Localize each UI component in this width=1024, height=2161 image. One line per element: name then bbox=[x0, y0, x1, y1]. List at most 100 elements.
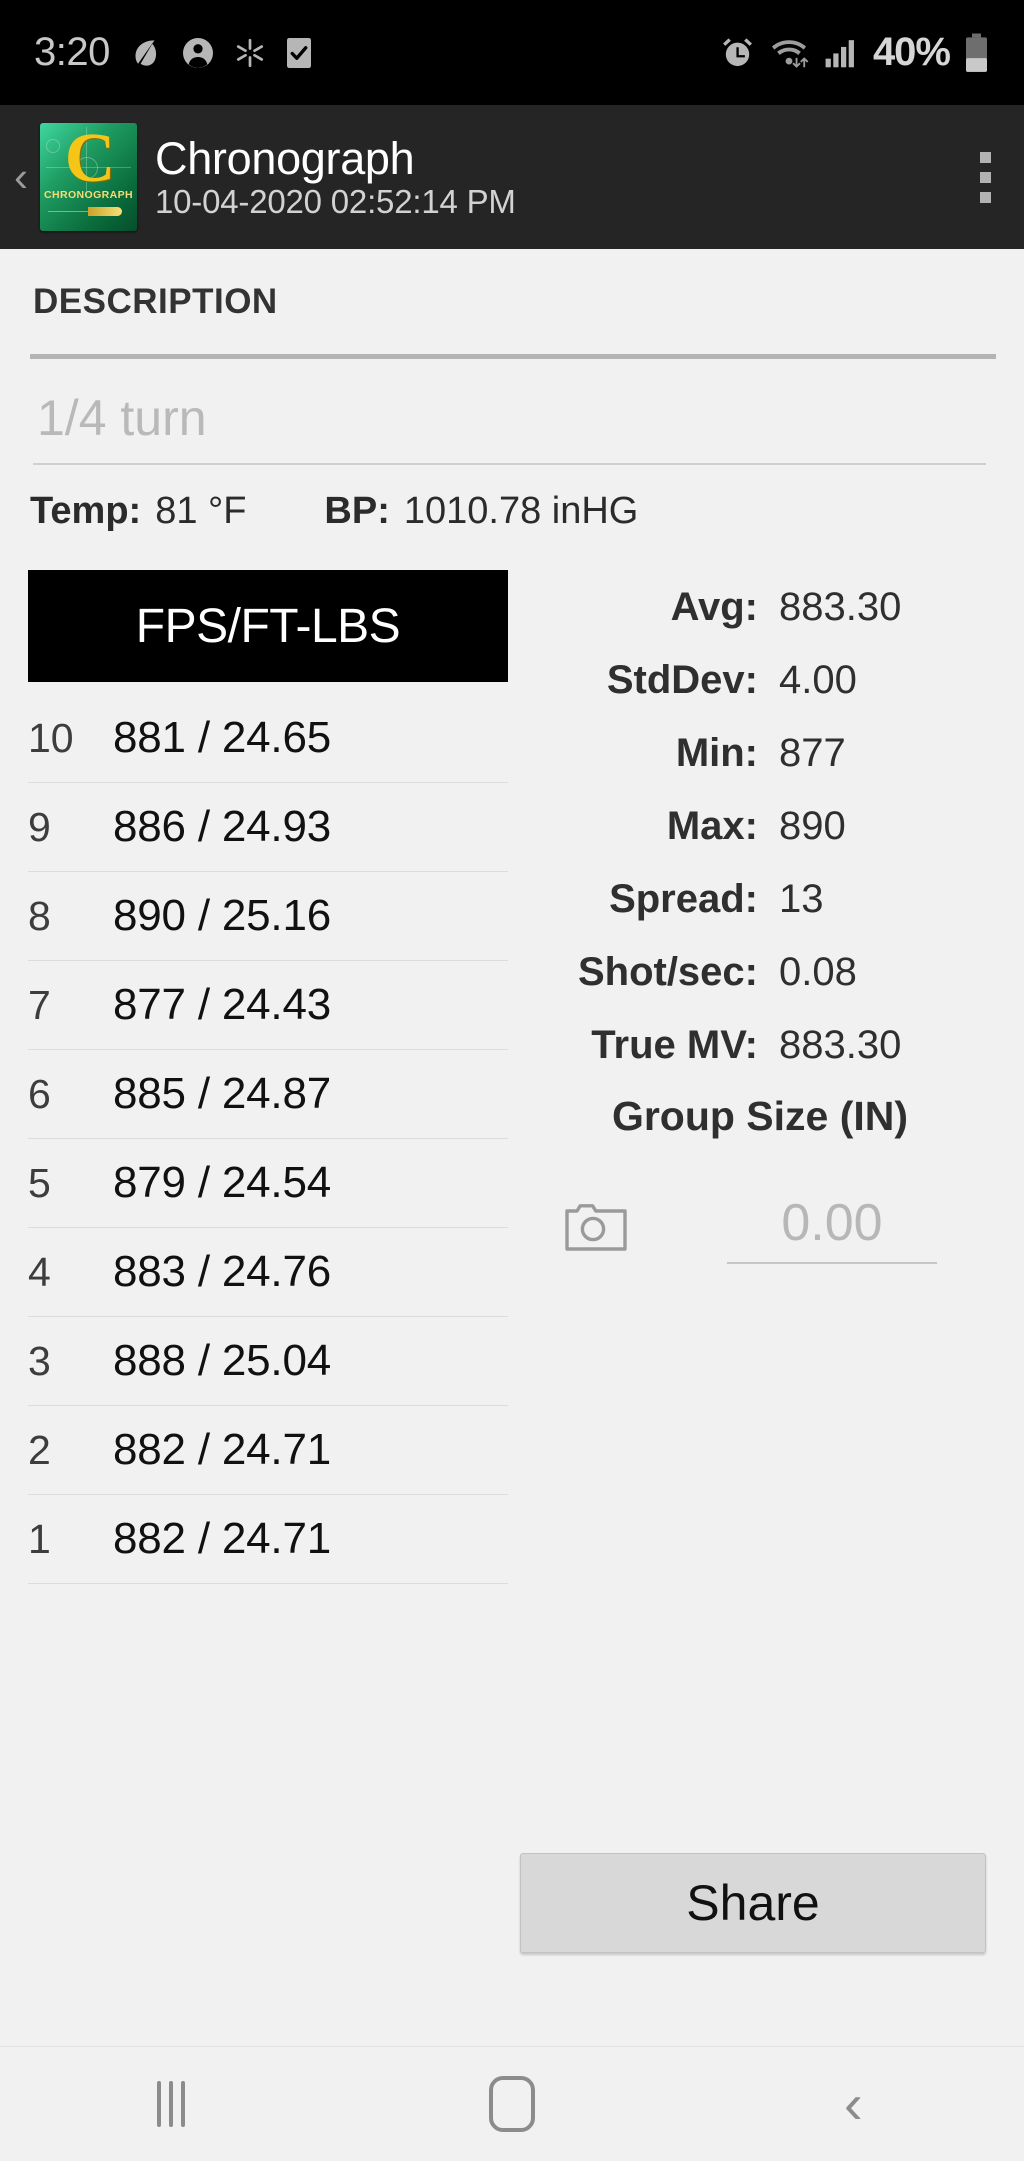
temp-value: 81 °F bbox=[155, 489, 247, 532]
shot-table-body: 10 881 / 24.65 9 886 / 24.93 8 890 / 25.16 7 87… bbox=[28, 694, 508, 1584]
person-icon bbox=[180, 35, 216, 71]
description-label: DESCRIPTION bbox=[33, 282, 278, 321]
shot-value: 888 / 25.04 bbox=[113, 1336, 331, 1385]
stat-label: Avg: bbox=[670, 585, 758, 629]
logo-bullet-trail bbox=[48, 211, 88, 212]
back-button[interactable]: ‹ bbox=[683, 2047, 1024, 2161]
stat-value: 890 bbox=[779, 804, 846, 848]
group-size-input[interactable] bbox=[727, 1184, 937, 1264]
recents-bar bbox=[180, 2081, 185, 2127]
home-icon bbox=[488, 2076, 535, 2132]
logo-bullet-icon bbox=[88, 207, 122, 216]
shot-index: 6 bbox=[28, 1070, 51, 1117]
shot-value: 883 / 24.76 bbox=[113, 1247, 331, 1296]
stat-row: Avg: 883.30 bbox=[520, 571, 1000, 644]
shot-table-header: FPS/FT-LBS bbox=[28, 570, 508, 682]
stat-row: StdDev: 4.00 bbox=[520, 644, 1000, 717]
shot-index: 3 bbox=[28, 1337, 51, 1384]
shot-value: 886 / 24.93 bbox=[113, 802, 331, 851]
shot-index: 10 bbox=[28, 714, 74, 761]
shot-value: 885 / 24.87 bbox=[113, 1069, 331, 1118]
statistics-panel: Avg: 883.30 StdDev: 4.00 Min: 877 Max: 890 Sprea… bbox=[520, 571, 1000, 1082]
stat-row: Max: 890 bbox=[520, 790, 1000, 863]
stat-row: Min: 877 bbox=[520, 717, 1000, 790]
description-divider bbox=[30, 354, 996, 359]
status-bar-left: 3:20 bbox=[34, 30, 719, 75]
shot-value: 881 / 24.65 bbox=[113, 713, 331, 762]
table-row[interactable]: 1 882 / 24.71 bbox=[28, 1495, 508, 1584]
shot-index: 7 bbox=[28, 981, 51, 1028]
stat-label: Min: bbox=[675, 731, 758, 775]
shot-value: 879 / 24.54 bbox=[113, 1158, 331, 1207]
cellular-signal-icon bbox=[822, 34, 860, 71]
battery-saver-leaf-icon bbox=[126, 34, 164, 72]
battery-percent-label: 40% bbox=[872, 30, 951, 74]
overflow-dot bbox=[980, 151, 991, 163]
status-bar-right: 40% bbox=[719, 30, 990, 75]
table-row[interactable]: 7 877 / 24.43 bbox=[28, 961, 508, 1050]
table-row[interactable]: 8 890 / 25.16 bbox=[28, 872, 508, 961]
stat-value: 883.30 bbox=[779, 1023, 902, 1067]
stat-value: 4.00 bbox=[779, 658, 857, 702]
environment-row: Temp: 81 °F BP: 1010.78 inHG bbox=[30, 481, 990, 541]
logo-wordmark: CHRONOGRAPH bbox=[44, 189, 133, 201]
shot-index: 1 bbox=[28, 1515, 51, 1562]
stat-row: True MV: 883.30 bbox=[520, 1009, 1000, 1082]
group-size-row bbox=[520, 1169, 1000, 1279]
table-row[interactable]: 10 881 / 24.65 bbox=[28, 694, 508, 783]
page-title: Chronograph bbox=[155, 132, 415, 184]
wifi-icon bbox=[769, 34, 809, 71]
recents-bar bbox=[156, 2081, 161, 2127]
table-row[interactable]: 9 886 / 24.93 bbox=[28, 783, 508, 872]
camera-icon[interactable] bbox=[565, 1197, 627, 1251]
stat-label: Spread: bbox=[609, 877, 758, 921]
stat-value: 877 bbox=[779, 731, 846, 775]
stat-label: Max: bbox=[666, 804, 758, 848]
status-bar: 3:20 40% bbox=[0, 0, 1024, 105]
overflow-dot bbox=[980, 171, 991, 183]
stat-row: Shot/sec: 0.08 bbox=[520, 936, 1000, 1009]
app-bar: ‹ C CHRONOGRAPH Chronograph 10-04-2020 0… bbox=[0, 105, 1024, 249]
description-input[interactable] bbox=[33, 381, 986, 465]
table-row[interactable]: 3 888 / 25.04 bbox=[28, 1317, 508, 1406]
chronograph-app-icon: C CHRONOGRAPH bbox=[40, 123, 137, 231]
stat-row: Spread: 13 bbox=[520, 863, 1000, 936]
recents-bar bbox=[168, 2081, 173, 2127]
system-navigation-bar: ‹ bbox=[0, 2046, 1024, 2161]
phone-screen: 3:20 40% ‹ C CHRONOGRAPH Chronograph 10-… bbox=[0, 0, 1024, 2161]
main-content: DESCRIPTION Temp: 81 °F BP: 1010.78 inHG… bbox=[0, 249, 1024, 2046]
app-bar-titles: Chronograph 10-04-2020 02:52:14 PM bbox=[155, 134, 516, 221]
app-back-button[interactable]: ‹ bbox=[4, 156, 38, 198]
stat-label: True MV: bbox=[591, 1023, 758, 1067]
shot-index: 4 bbox=[28, 1248, 51, 1295]
temp-label: Temp: bbox=[30, 489, 142, 532]
stat-value: 0.08 bbox=[779, 950, 857, 994]
recents-button[interactable] bbox=[0, 2047, 341, 2161]
shot-value: 882 / 24.71 bbox=[113, 1425, 331, 1474]
recents-icon bbox=[156, 2081, 185, 2127]
bluetooth-asterisk-icon bbox=[232, 35, 268, 71]
home-button[interactable] bbox=[341, 2047, 682, 2161]
shot-index: 5 bbox=[28, 1159, 51, 1206]
shot-value: 890 / 25.16 bbox=[113, 891, 331, 940]
session-timestamp: 10-04-2020 02:52:14 PM bbox=[155, 182, 516, 220]
group-size-title: Group Size (IN) bbox=[611, 1093, 909, 1139]
table-row[interactable]: 2 882 / 24.71 bbox=[28, 1406, 508, 1495]
task-checkbox-icon bbox=[284, 35, 314, 71]
bp-label: BP: bbox=[324, 489, 390, 532]
stat-value: 13 bbox=[779, 877, 824, 921]
shot-index: 8 bbox=[28, 892, 51, 939]
stat-label: Shot/sec: bbox=[577, 950, 758, 994]
overflow-dot bbox=[980, 191, 991, 203]
table-row[interactable]: 6 885 / 24.87 bbox=[28, 1050, 508, 1139]
share-button[interactable]: Share bbox=[520, 1853, 986, 1953]
stat-value: 883.30 bbox=[779, 585, 902, 629]
table-row[interactable]: 5 879 / 24.54 bbox=[28, 1139, 508, 1228]
table-row[interactable]: 4 883 / 24.76 bbox=[28, 1228, 508, 1317]
bp-value: 1010.78 inHG bbox=[403, 489, 639, 532]
shot-value: 882 / 24.71 bbox=[113, 1514, 331, 1563]
shot-index: 2 bbox=[28, 1426, 51, 1473]
logo-letter: C bbox=[64, 123, 116, 197]
overflow-menu-button[interactable] bbox=[980, 151, 991, 203]
status-clock: 3:20 bbox=[34, 30, 110, 74]
